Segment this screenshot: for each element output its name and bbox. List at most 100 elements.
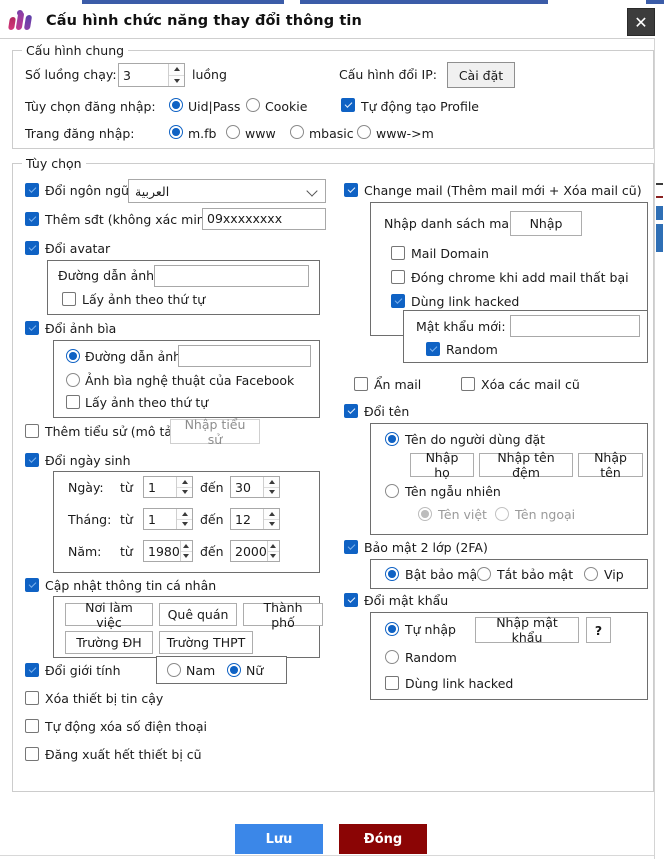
day-from-arrows[interactable]	[176, 477, 192, 497]
checkbox-change-gender[interactable]	[25, 663, 39, 677]
day-to-arrows[interactable]	[263, 477, 279, 497]
checkbox-add-phone[interactable]	[25, 212, 39, 226]
year-to-spinner[interactable]: 2000	[230, 540, 280, 562]
radio-login-cookie[interactable]	[246, 98, 260, 112]
close-dialog-button[interactable]: Đóng	[339, 824, 427, 854]
radio-name-random[interactable]	[385, 484, 399, 498]
month-to-arrows[interactable]	[263, 509, 279, 529]
middle-name-button[interactable]: Nhập tên đệm	[479, 453, 573, 477]
year-from-increment-icon[interactable]	[181, 541, 192, 551]
checkbox-remove-trusted-device[interactable]	[25, 691, 39, 705]
year-to-arrows[interactable]	[267, 541, 279, 561]
checkbox-auto-remove-phone[interactable]	[25, 719, 39, 733]
month-to-decrement-icon[interactable]	[264, 519, 279, 530]
month-from-arrows[interactable]	[176, 509, 192, 529]
logout-old-devices-label: Đăng xuất hết thiết bị cũ	[45, 748, 202, 762]
year-from-decrement-icon[interactable]	[181, 551, 192, 562]
radio-gender-female[interactable]	[227, 663, 241, 677]
save-button[interactable]: Lưu	[235, 824, 323, 854]
year-from-spinner[interactable]: 1980	[143, 540, 193, 562]
checkbox-close-chrome-on-fail[interactable]	[391, 270, 405, 284]
radio-password-manual[interactable]	[385, 622, 399, 636]
enter-password-button[interactable]: Nhập mật khẩu	[475, 617, 579, 643]
day-to-decrement-icon[interactable]	[264, 487, 279, 498]
radio-page-www-to-m[interactable]	[357, 125, 371, 139]
password-help-button[interactable]: ?	[586, 617, 611, 643]
radio-2fa-off[interactable]	[477, 567, 491, 581]
checkbox-change-cover[interactable]	[25, 321, 39, 335]
checkbox-cover-in-order[interactable]	[66, 395, 80, 409]
checkbox-logout-old-devices[interactable]	[25, 747, 39, 761]
threads-decrement-icon[interactable]	[169, 75, 184, 87]
radio-name-vietnamese[interactable]	[418, 507, 432, 521]
checkbox-change-name[interactable]	[344, 404, 358, 418]
month-to-spinner[interactable]: 12	[230, 508, 280, 530]
new-password-input[interactable]	[510, 315, 640, 337]
checkbox-change-avatar[interactable]	[25, 241, 39, 255]
day-to-increment-icon[interactable]	[264, 477, 279, 487]
hometown-button[interactable]: Quê quán	[159, 603, 237, 626]
phone-input[interactable]: 09xxxxxxxx	[202, 208, 326, 230]
checkbox-change-password[interactable]	[344, 593, 358, 607]
day-from-spinner[interactable]: 1	[143, 476, 193, 498]
radio-2fa-off-label: Tắt bảo mật	[497, 568, 573, 582]
checkbox-add-bio[interactable]	[25, 424, 39, 438]
vertical-scrollbar[interactable]	[654, 38, 664, 859]
year-to-increment-icon[interactable]	[268, 541, 279, 551]
day-from-decrement-icon[interactable]	[177, 487, 192, 498]
checkbox-delete-old-mails[interactable]	[461, 377, 475, 391]
enter-bio-button[interactable]: Nhập tiểu sử	[170, 419, 260, 444]
checkbox-mail-domain[interactable]	[391, 246, 405, 260]
highschool-button[interactable]: Trường THPT	[159, 631, 253, 654]
radio-gender-male[interactable]	[167, 663, 181, 677]
checkbox-update-personal-info[interactable]	[25, 578, 39, 592]
checkbox-avatar-in-order[interactable]	[62, 292, 76, 306]
scrollbar-thumb[interactable]	[656, 206, 663, 220]
checkbox-change-language[interactable]	[25, 183, 39, 197]
month-to-increment-icon[interactable]	[264, 509, 279, 519]
day-from-increment-icon[interactable]	[177, 477, 192, 487]
language-select[interactable]: العربية	[128, 179, 326, 203]
radio-name-user-defined[interactable]	[385, 432, 399, 446]
checkbox-random-new-password[interactable]	[426, 342, 440, 356]
checkbox-hide-mail[interactable]	[354, 377, 368, 391]
year-to-decrement-icon[interactable]	[268, 551, 279, 562]
first-name-button[interactable]: Nhập tên	[578, 453, 643, 477]
auto-remove-phone-label: Tự động xóa số điện thoại	[45, 720, 207, 734]
month-from-spinner[interactable]: 1	[143, 508, 193, 530]
radio-page-mfb[interactable]	[169, 125, 183, 139]
threads-spinner-arrows[interactable]	[168, 64, 184, 86]
radio-2fa-vip[interactable]	[584, 567, 598, 581]
checkbox-password-hacked-link[interactable]	[385, 676, 399, 690]
city-button[interactable]: Thành phố	[243, 603, 323, 626]
year-from-arrows[interactable]	[180, 541, 192, 561]
month-from-increment-icon[interactable]	[177, 509, 192, 519]
checkbox-change-mail[interactable]	[344, 183, 358, 197]
radio-name-foreign[interactable]	[495, 507, 509, 521]
radio-cover-fb-art[interactable]	[66, 373, 80, 387]
workplace-button[interactable]: Nơi làm việc	[65, 603, 153, 626]
radio-password-random[interactable]	[385, 650, 399, 664]
cover-path-input[interactable]	[178, 345, 311, 367]
threads-increment-icon[interactable]	[169, 64, 184, 75]
radio-page-mbasic[interactable]	[290, 125, 304, 139]
radio-2fa-on[interactable]	[385, 567, 399, 581]
import-mail-button[interactable]: Nhập	[510, 211, 582, 236]
scrollbar-thumb[interactable]	[656, 224, 663, 252]
delete-old-mails-label: Xóa các mail cũ	[481, 378, 580, 392]
checkbox-change-birthday[interactable]	[25, 453, 39, 467]
day-to-spinner[interactable]: 30	[230, 476, 280, 498]
checkbox-auto-create-profile[interactable]	[341, 98, 355, 112]
month-from-decrement-icon[interactable]	[177, 519, 192, 530]
close-icon[interactable]: ✕	[627, 8, 655, 36]
university-button[interactable]: Trường ĐH	[65, 631, 153, 654]
radio-page-www[interactable]	[226, 125, 240, 139]
avatar-path-input[interactable]	[154, 265, 309, 287]
checkbox-use-hacked-link-mail[interactable]	[391, 294, 405, 308]
threads-spinner[interactable]: 3	[118, 63, 185, 87]
radio-cover-path[interactable]	[66, 349, 80, 363]
ip-settings-button[interactable]: Cài đặt	[447, 62, 515, 88]
last-name-button[interactable]: Nhập họ	[410, 453, 474, 477]
checkbox-two-factor-auth[interactable]	[344, 540, 358, 554]
radio-login-uidpass[interactable]	[169, 98, 183, 112]
